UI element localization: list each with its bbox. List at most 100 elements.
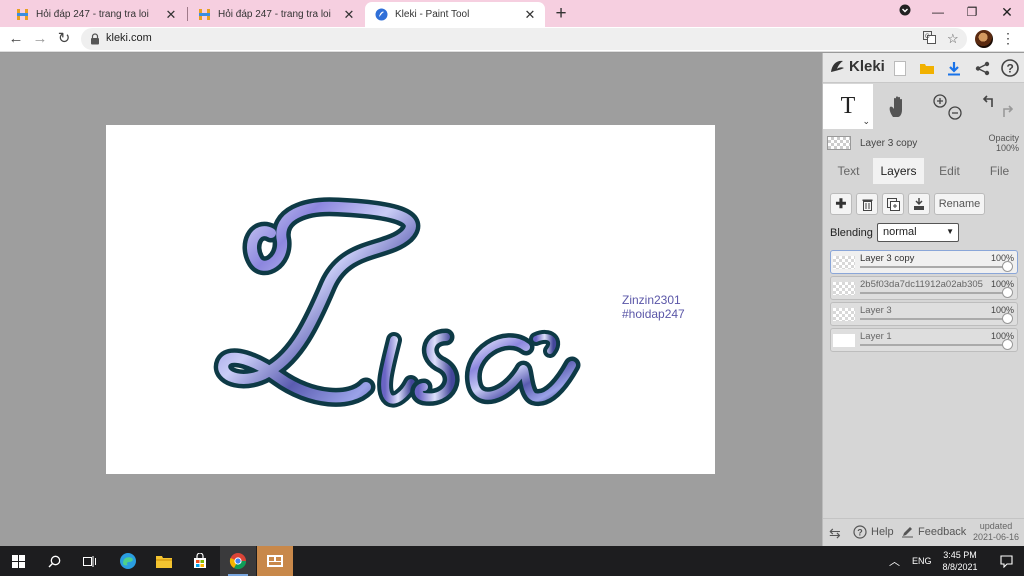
- minimize-icon[interactable]: —: [923, 2, 953, 22]
- slider-handle[interactable]: [1002, 313, 1013, 324]
- tab-search-icon[interactable]: [890, 2, 920, 22]
- windows-start-icon[interactable]: [0, 546, 36, 576]
- zoom-in-icon[interactable]: [933, 93, 947, 108]
- hand-tool[interactable]: [873, 84, 923, 129]
- help-link[interactable]: ? Help: [853, 525, 894, 539]
- show-hidden-icons[interactable]: ︿: [889, 546, 900, 576]
- search-icon[interactable]: [36, 546, 72, 576]
- chevron-up-icon[interactable]: ︿: [889, 553, 900, 569]
- layer-item[interactable]: Layer 3 copy 100%: [830, 250, 1018, 274]
- watermark-text: Zinzin2301 #hoidap247: [622, 293, 685, 321]
- layer-opacity-slider[interactable]: [860, 344, 1008, 346]
- browser-toolbar: ← → ↻ kleki.com G ☆ ⋮: [0, 27, 1024, 52]
- snipping-tool-icon[interactable]: [257, 546, 293, 576]
- feedback-link[interactable]: Feedback: [901, 525, 966, 538]
- layer-opacity-slider[interactable]: [860, 292, 1008, 294]
- layer-name: Layer 3: [860, 305, 892, 316]
- updated-date: 2021-06-16: [972, 532, 1019, 542]
- kleki-logo[interactable]: Kleki: [829, 58, 885, 75]
- layer-opacity-slider[interactable]: [860, 266, 1008, 268]
- drawing-canvas[interactable]: Zinzin2301 #hoidap247: [106, 125, 715, 474]
- opacity-readout: Opacity 100%: [988, 133, 1019, 153]
- new-tab-plus-icon[interactable]: +: [553, 3, 569, 25]
- download-icon[interactable]: [943, 57, 965, 79]
- clock-date: 8/8/2021: [942, 562, 978, 572]
- language-indicator[interactable]: ENG: [912, 546, 932, 576]
- zoom-out-icon[interactable]: [948, 105, 962, 120]
- text-tool[interactable]: T ⌄: [823, 84, 873, 129]
- svg-text:?: ?: [857, 528, 863, 538]
- slider-handle[interactable]: [1002, 261, 1013, 272]
- system-clock[interactable]: 3:45 PM 8/8/2021: [938, 549, 982, 573]
- redo-icon[interactable]: [1003, 104, 1014, 117]
- new-image-icon[interactable]: [889, 57, 911, 79]
- undo-icon[interactable]: [982, 94, 993, 107]
- layers-panel: ✚ Rename Blending normal ▼ Layer 3 copy …: [823, 184, 1024, 546]
- layer-thumbnail: [833, 282, 855, 295]
- duplicate-layer-button[interactable]: [882, 193, 904, 215]
- profile-avatar[interactable]: [975, 30, 993, 48]
- layer-item[interactable]: Layer 3 100%: [830, 302, 1018, 326]
- chevron-down-icon[interactable]: ⌄: [862, 116, 870, 127]
- undo-redo-controls: [973, 84, 1023, 129]
- blending-mode-value: normal: [883, 226, 917, 238]
- browser-menu-icon[interactable]: ⋮: [1001, 30, 1015, 47]
- delete-layer-button[interactable]: [856, 193, 878, 215]
- close-icon[interactable]: ✕: [523, 7, 537, 23]
- share-icon[interactable]: [971, 57, 993, 79]
- tab-layers[interactable]: Layers: [873, 158, 924, 184]
- browser-tab-hoidap-1[interactable]: Hỏi đáp 247 - trang tra loi ✕: [6, 2, 186, 27]
- close-icon[interactable]: ✕: [342, 7, 356, 23]
- watermark-hashtag: #hoidap247: [622, 307, 685, 321]
- browser-tab-kleki[interactable]: Kleki - Paint Tool ✕: [365, 2, 545, 27]
- task-view-icon[interactable]: [72, 546, 108, 576]
- address-bar[interactable]: kleki.com G ☆: [81, 28, 967, 50]
- layer-name: 2b5f03da7dc11912a02ab305: [860, 279, 983, 290]
- bookmark-star-icon[interactable]: ☆: [947, 31, 959, 47]
- translate-icon[interactable]: G: [923, 31, 936, 47]
- tab-file[interactable]: File: [974, 158, 1024, 184]
- reload-icon[interactable]: ↻: [53, 28, 75, 50]
- layer-opacity-slider[interactable]: [860, 318, 1008, 320]
- canvas-workspace[interactable]: Zinzin2301 #hoidap247: [0, 53, 822, 546]
- slider-handle[interactable]: [1002, 287, 1013, 298]
- kleki-logo-icon: [831, 60, 844, 72]
- brand-name: Kleki: [849, 58, 885, 75]
- browser-tab-hoidap-2[interactable]: Hỏi đáp 247 - trang tra loi ✕: [188, 2, 364, 27]
- help-icon: ?: [853, 525, 867, 539]
- rename-layer-button[interactable]: Rename: [934, 193, 985, 215]
- tab-text[interactable]: Text: [823, 158, 874, 184]
- notifications-icon[interactable]: [1000, 546, 1013, 576]
- url-text: kleki.com: [106, 32, 152, 44]
- forward-arrow-icon[interactable]: →: [29, 28, 51, 50]
- layer-item[interactable]: Layer 1 100%: [830, 328, 1018, 352]
- svg-text:?: ?: [1007, 62, 1014, 76]
- current-layer-name: Layer 3 copy: [860, 138, 918, 149]
- feedback-label: Feedback: [918, 525, 967, 538]
- chrome-browser-icon[interactable]: [220, 546, 256, 576]
- browser-tab-strip: Hỏi đáp 247 - trang tra loi ✕ Hỏi đáp 24…: [0, 0, 1024, 27]
- panel-tabs: Text Layers Edit File: [823, 158, 1024, 184]
- merge-layer-button[interactable]: [908, 193, 930, 215]
- edge-browser-icon[interactable]: [110, 546, 146, 576]
- layer-thumbnail: [833, 334, 855, 347]
- pencil-icon: [902, 527, 913, 538]
- close-icon[interactable]: ✕: [164, 7, 178, 23]
- microsoft-store-icon[interactable]: [182, 546, 218, 576]
- window-close-icon[interactable]: ✕: [992, 2, 1022, 22]
- help-icon[interactable]: ?: [999, 57, 1021, 79]
- add-layer-button[interactable]: ✚: [830, 193, 852, 215]
- text-tool-icon: T: [840, 93, 856, 119]
- slider-handle[interactable]: [1002, 339, 1013, 350]
- layer-item[interactable]: 2b5f03da7dc11912a02ab305 100%: [830, 276, 1018, 300]
- language-label: ENG: [912, 556, 932, 566]
- blending-mode-select[interactable]: normal ▼: [877, 223, 959, 242]
- tab-title: Kleki - Paint Tool: [395, 9, 470, 20]
- tab-edit[interactable]: Edit: [924, 158, 975, 184]
- swap-side-icon[interactable]: ⇆: [829, 525, 841, 542]
- restore-icon[interactable]: ❐: [957, 2, 987, 22]
- blending-label: Blending: [830, 227, 873, 239]
- back-arrow-icon[interactable]: ←: [5, 28, 27, 50]
- open-folder-icon[interactable]: [916, 57, 938, 79]
- file-explorer-icon[interactable]: [146, 546, 182, 576]
